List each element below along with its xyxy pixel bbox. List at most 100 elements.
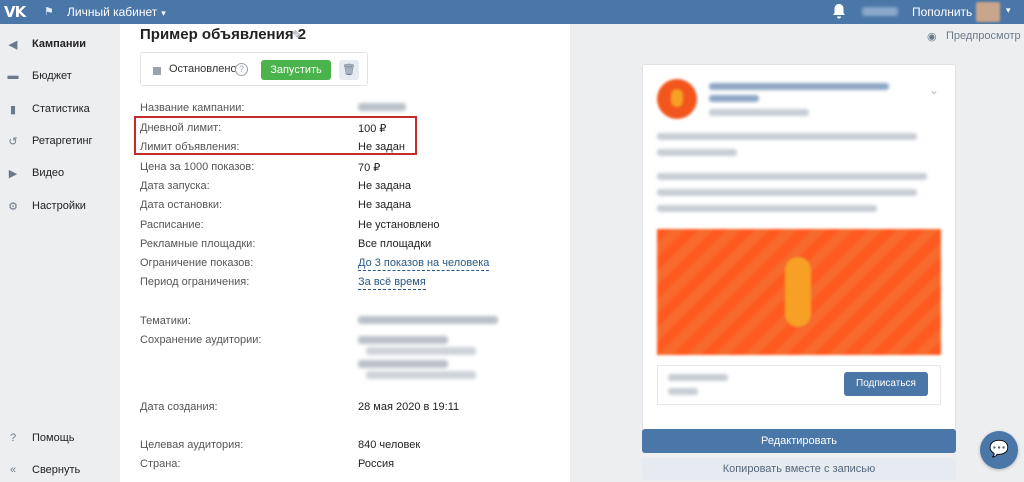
row-label: Лимит объявления: [140,141,240,153]
detail-row: Дата создания: 28 мая 2020 в 19:11 [140,401,560,419]
preview-link[interactable]: Предпросмотр [946,30,1021,42]
sidebar-item-settings[interactable]: ⚙ Настройки [0,194,118,218]
status-box: Остановлено ? Запустить 🗑 [140,52,368,86]
community-avatar [657,79,697,119]
sidebar-item-label: Кампании [32,38,87,50]
detail-row: Тематики: [140,315,560,333]
cabinet-label: Личный кабинет [67,5,158,19]
delete-button[interactable]: 🗑 [339,60,359,80]
detail-row: Лимит объявления: Не задан [140,141,560,159]
bell-icon[interactable] [832,3,846,19]
sidebar-item-campaigns[interactable]: ◀ Кампании [0,32,118,56]
flag-icon: ⚑ [44,6,54,18]
ad-post-preview: ⌄ Подписаться [642,64,956,434]
copy-with-post-button[interactable]: Копировать вместе с записью [642,458,956,480]
detail-row: Ограничение показов: До 3 показов на чел… [140,257,560,275]
balance-amount [862,7,898,16]
row-label: Тематики: [140,315,191,327]
row-value: Не задана [358,180,412,192]
row-value: Все площадки [358,238,432,250]
status-text: Остановлено [169,63,237,75]
row-value: Россия [358,458,395,470]
row-label: Страна: [140,458,181,470]
row-label: Цена за 1000 показов: [140,161,255,173]
sidebar-item-label: Ретаргетинг [32,135,93,147]
cabinet-dropdown[interactable]: Личный кабинет ▾ [67,5,166,19]
detail-row: Дата запуска: Не задана [140,180,560,198]
detail-row: Цена за 1000 показов: 70 ₽ [140,161,560,179]
sidebar-item-label: Бюджет [32,70,72,82]
detail-row: Целевая аудитория: 840 человек [140,439,560,457]
detail-row: Название кампании: [140,102,560,120]
row-value: 100 ₽ [358,123,387,135]
ad-details-panel: Пример объявления 2 ✎ Остановлено ? Запу… [120,24,570,482]
detail-row: Период ограничения: За всё время [140,276,560,294]
sidebar: ◀ Кампании ▬ Бюджет ▮ Статистика ↺ Ретаргети… [0,24,118,482]
row-label: Дата создания: [140,401,218,413]
detail-row: Дата остановки: Не задана [140,199,560,217]
sidebar-item-label: Видео [32,167,65,179]
post-footer: Подписаться [657,365,941,405]
sidebar-item-help[interactable]: ? Помощь [0,426,118,450]
topics-value [358,315,498,327]
row-value: 840 человек [358,439,421,451]
edit-button[interactable]: Редактировать [642,429,956,453]
row-value: 70 ₽ [358,162,381,174]
detail-row: Страна: Россия [140,458,560,476]
sidebar-item-video[interactable]: ▶ Видео [0,161,118,185]
row-value: Не установлено [358,219,440,231]
row-label: Расписание: [140,219,204,231]
row-label: Ограничение показов: [140,257,254,269]
row-label: Период ограничения: [140,276,250,288]
row-label: Дневной лимит: [140,122,222,134]
double-chevron-left-icon: « [9,464,17,476]
chevron-down-icon[interactable]: ▾ [1006,5,1011,16]
preview-panel: ◉ Предпросмотр ⌄ Подписаться Редактирова… [580,24,1024,482]
topup-link[interactable]: Пополнить [912,5,972,19]
row-label: Сохранение аудитории: [140,334,262,346]
gear-icon: ⚙ [8,200,18,213]
video-icon: ▶ [8,167,18,180]
detail-row: Рекламные площадки: Все площадки [140,238,560,256]
sidebar-item-budget[interactable]: ▬ Бюджет [0,64,118,88]
sidebar-item-retargeting[interactable]: ↺ Ретаргетинг [0,129,118,153]
post-image [657,229,941,355]
chat-button[interactable]: 💬 [980,431,1018,469]
start-button[interactable]: Запустить [261,60,331,80]
avatar[interactable] [976,2,1000,22]
chat-icon: 💬 [989,441,1009,458]
sidebar-item-label: Свернуть [32,464,81,476]
detail-row: Дневной лимит: 100 ₽ [140,122,560,140]
trash-icon: 🗑 [342,64,356,76]
row-label: Дата запуска: [140,180,210,192]
limit-period-link[interactable]: За всё время [358,276,426,290]
sidebar-item-label: Помощь [32,432,75,444]
top-bar: VK ⚑ Личный кабинет ▾ Пополнить ▾ [0,0,1024,24]
page-title: Пример объявления 2 [140,26,307,43]
detail-row: Сохранение аудитории: [140,334,560,384]
help-icon[interactable]: ? [235,63,248,76]
row-label: Дата остановки: [140,199,223,211]
sidebar-item-statistics[interactable]: ▮ Статистика [0,97,118,121]
detail-row: Расписание: Не установлено [140,219,560,237]
more-icon[interactable]: ⌄ [929,83,939,97]
vk-logo[interactable]: VK [4,3,28,21]
row-label: Название кампании: [140,102,245,114]
row-label: Рекламные площадки: [140,238,256,250]
subscribe-button[interactable]: Подписаться [844,372,928,396]
chevron-down-icon: ▾ [161,8,166,18]
help-icon: ? [9,432,17,444]
bar-chart-icon: ▮ [9,103,17,116]
sidebar-item-label: Настройки [32,200,86,212]
megaphone-icon: ◀ [8,38,18,51]
pencil-icon[interactable]: ✎ [292,28,302,42]
retarget-icon: ↺ [8,135,18,148]
row-value: 28 мая 2020 в 19:11 [358,401,460,413]
row-value: Не задана [358,199,412,211]
sidebar-item-label: Статистика [32,103,90,115]
sidebar-item-collapse[interactable]: « Свернуть [0,458,118,482]
campaign-name-value [358,102,406,114]
stop-icon [153,67,161,75]
row-value: Не задан [358,141,405,153]
impression-limit-link[interactable]: До 3 показов на человека [358,257,490,271]
